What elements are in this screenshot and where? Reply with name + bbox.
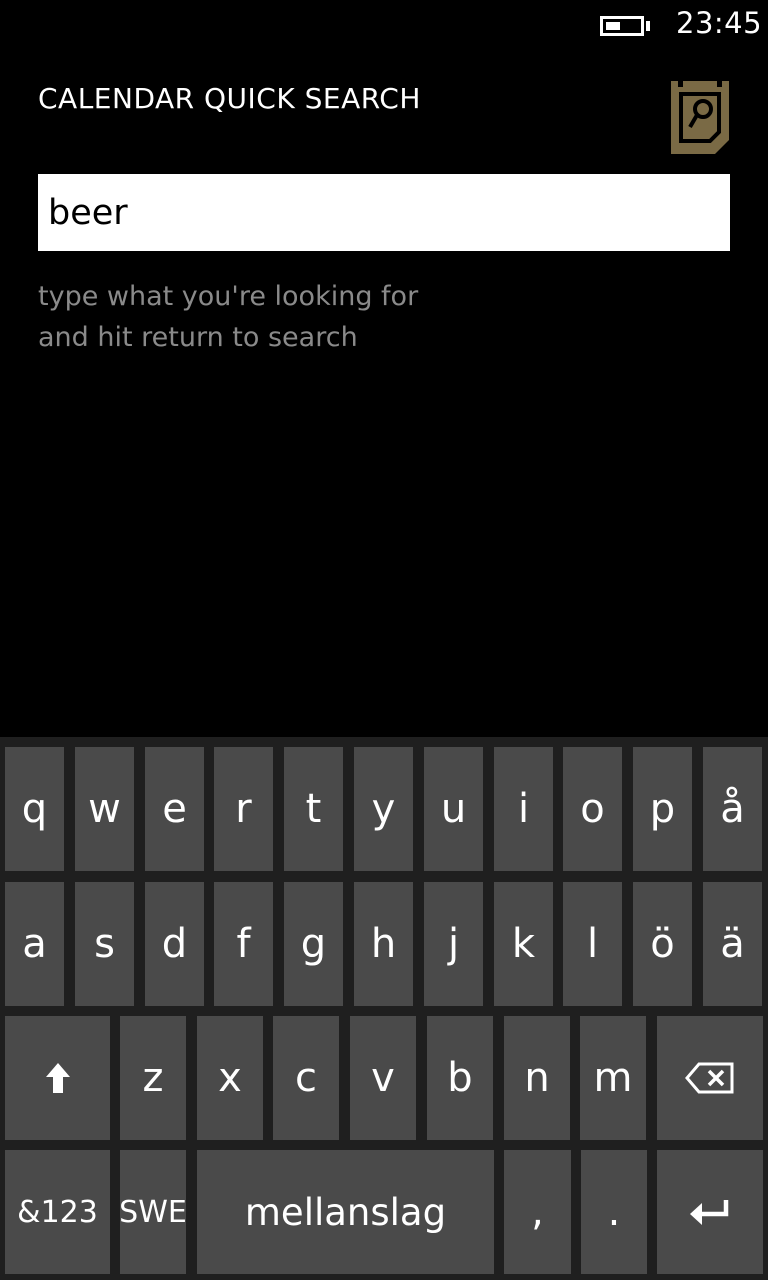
shift-key[interactable] bbox=[5, 1016, 110, 1140]
key-e[interactable]: e bbox=[145, 747, 204, 871]
key-g[interactable]: g bbox=[284, 882, 343, 1006]
key-p[interactable]: p bbox=[633, 747, 692, 871]
battery-tip bbox=[646, 21, 650, 31]
key-m[interactable]: m bbox=[580, 1016, 646, 1140]
key-ä[interactable]: ä bbox=[703, 882, 762, 1006]
key-o[interactable]: o bbox=[563, 747, 622, 871]
enter-icon bbox=[688, 1196, 732, 1228]
symbols-key[interactable]: &123 bbox=[5, 1150, 110, 1274]
battery-icon bbox=[600, 16, 644, 36]
backspace-icon bbox=[685, 1061, 735, 1095]
key-j[interactable]: j bbox=[424, 882, 483, 1006]
key-q[interactable]: q bbox=[5, 747, 64, 871]
key-t[interactable]: t bbox=[284, 747, 343, 871]
battery-level-fill bbox=[606, 22, 620, 30]
key-l[interactable]: l bbox=[563, 882, 622, 1006]
calendar-search-icon bbox=[668, 72, 732, 158]
key-a[interactable]: a bbox=[5, 882, 64, 1006]
hint-line-1: type what you're looking for bbox=[38, 281, 419, 312]
key-u[interactable]: u bbox=[424, 747, 483, 871]
key-f[interactable]: f bbox=[214, 882, 273, 1006]
clock: 23:45 bbox=[676, 6, 763, 40]
hint-line-2: and hit return to search bbox=[38, 322, 358, 353]
key-n[interactable]: n bbox=[504, 1016, 570, 1140]
key-y[interactable]: y bbox=[354, 747, 413, 871]
status-bar: 23:45 bbox=[0, 0, 768, 50]
comma-key[interactable]: , bbox=[504, 1150, 571, 1274]
app-title: CALENDAR QUICK SEARCH bbox=[38, 82, 421, 115]
period-key[interactable]: . bbox=[581, 1150, 647, 1274]
key-s[interactable]: s bbox=[75, 882, 134, 1006]
key-d[interactable]: d bbox=[145, 882, 204, 1006]
shift-arrow-icon bbox=[43, 1061, 73, 1095]
key-å[interactable]: å bbox=[703, 747, 762, 871]
key-b[interactable]: b bbox=[427, 1016, 493, 1140]
language-key[interactable]: SWE bbox=[119, 1150, 187, 1274]
key-h[interactable]: h bbox=[354, 882, 413, 1006]
key-z[interactable]: z bbox=[120, 1016, 186, 1140]
enter-key[interactable] bbox=[657, 1150, 763, 1274]
key-i[interactable]: i bbox=[494, 747, 553, 871]
key-r[interactable]: r bbox=[214, 747, 273, 871]
search-input[interactable] bbox=[38, 174, 730, 251]
backspace-key[interactable] bbox=[657, 1016, 763, 1140]
key-k[interactable]: k bbox=[494, 882, 553, 1006]
key-w[interactable]: w bbox=[75, 747, 134, 871]
key-v[interactable]: v bbox=[350, 1016, 416, 1140]
space-key[interactable]: mellanslag bbox=[197, 1150, 494, 1274]
key-x[interactable]: x bbox=[197, 1016, 263, 1140]
key-ö[interactable]: ö bbox=[633, 882, 692, 1006]
search-hint: type what you're looking for and hit ret… bbox=[38, 276, 418, 358]
key-c[interactable]: c bbox=[273, 1016, 339, 1140]
on-screen-keyboard: &123 SWE mellanslag , . qwertyuiopå asdfg… bbox=[0, 737, 768, 1280]
